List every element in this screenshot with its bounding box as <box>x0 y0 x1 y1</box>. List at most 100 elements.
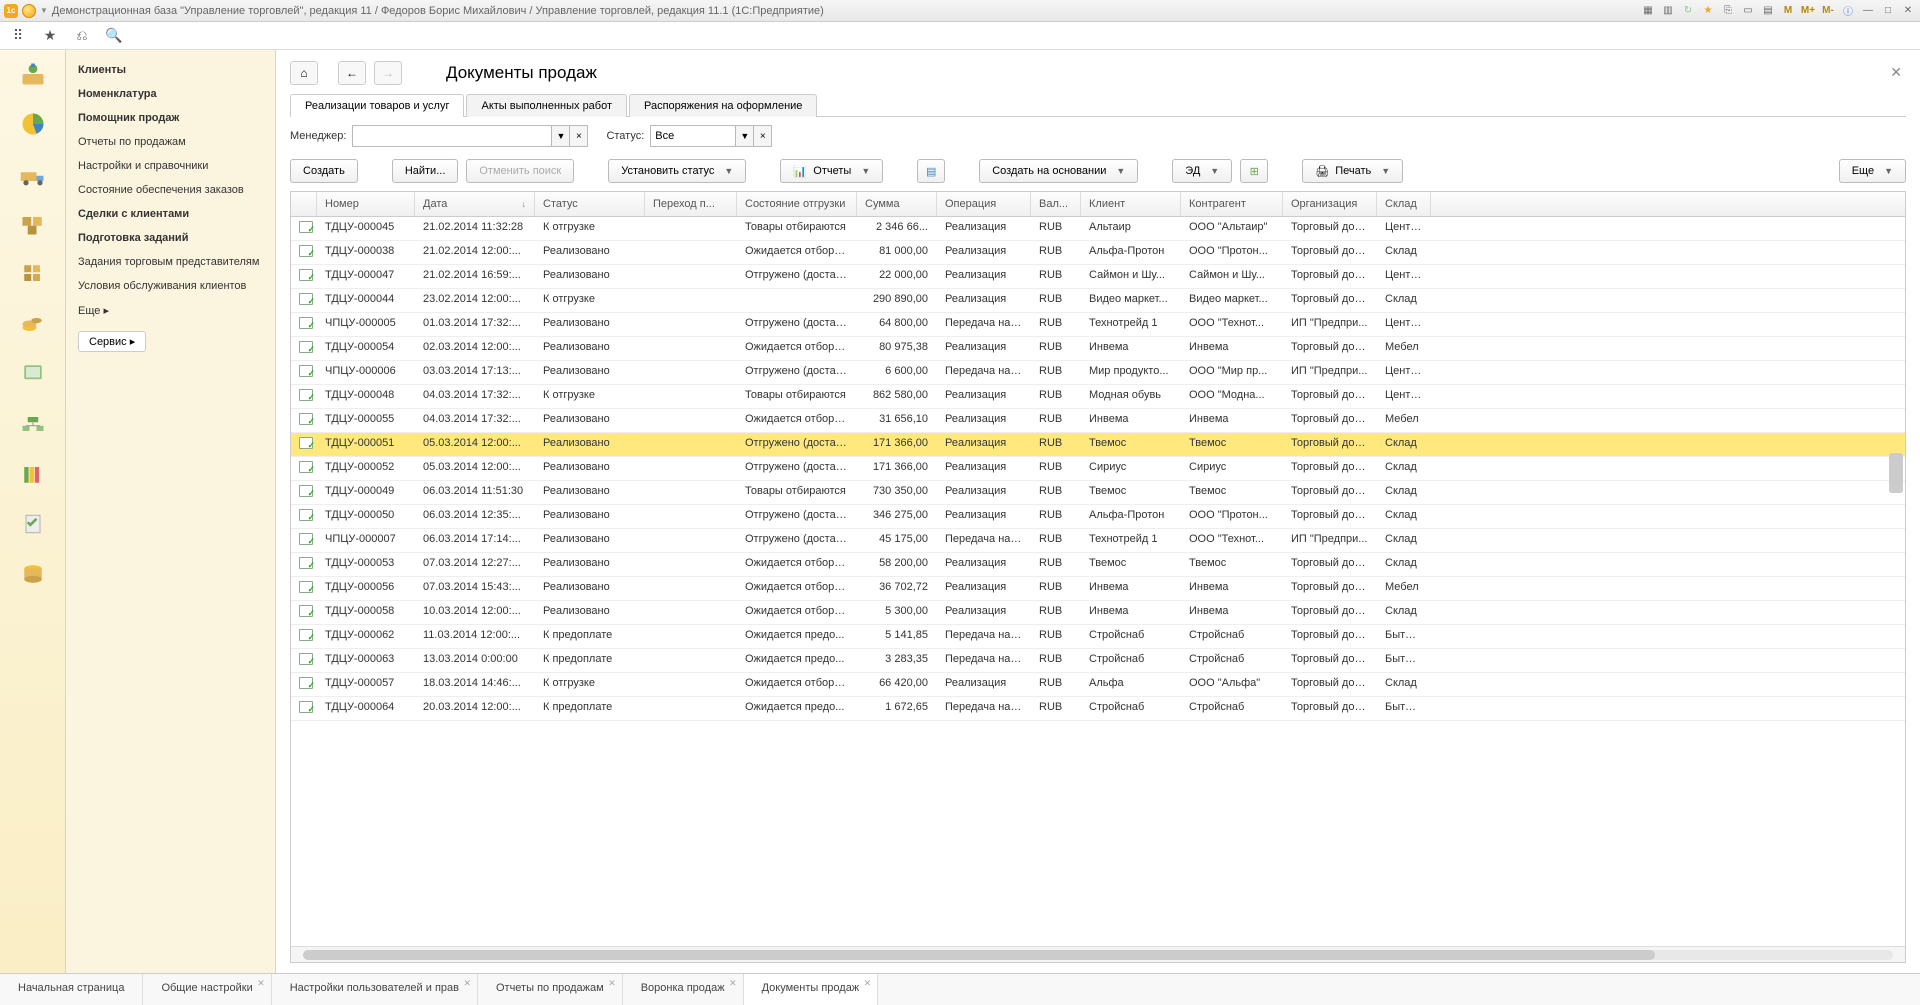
section-icon-crm[interactable] <box>13 56 53 92</box>
nav-item[interactable]: Задания торговым представителям <box>66 250 275 274</box>
window-tab[interactable]: Настройки пользователей и прав✕ <box>272 974 478 1005</box>
info-icon[interactable]: ⓘ <box>1840 4 1856 18</box>
forward-button[interactable]: → <box>374 61 402 85</box>
dropdown-caret-icon[interactable]: ▼ <box>40 6 48 15</box>
nav-item[interactable]: Состояние обеспечения заказов <box>66 178 275 202</box>
table-row[interactable]: ТДЦУ-00004423.02.2014 12:00:...К отгрузк… <box>291 289 1905 313</box>
col-client[interactable]: Клиент <box>1081 192 1181 216</box>
col-transition[interactable]: Переход п... <box>645 192 737 216</box>
status-clear-icon[interactable]: × <box>754 125 772 147</box>
nav-item[interactable]: Клиенты <box>66 58 275 82</box>
col-number[interactable]: Номер <box>317 192 415 216</box>
section-icon-purchases[interactable] <box>13 256 53 292</box>
nav-item[interactable]: Условия обслуживания клиентов <box>66 274 275 298</box>
col-sum[interactable]: Сумма <box>857 192 937 216</box>
set-status-button[interactable]: Установить статус▼ <box>608 159 746 183</box>
col-shipment[interactable]: Состояние отгрузки <box>737 192 857 216</box>
col-currency[interactable]: Вал... <box>1031 192 1081 216</box>
nav-item[interactable]: Настройки и справочники <box>66 154 275 178</box>
tab-close-icon[interactable]: ✕ <box>864 978 872 989</box>
section-icon-delivery[interactable] <box>13 156 53 192</box>
tab-close-icon[interactable]: ✕ <box>608 978 616 989</box>
tb-icon-1[interactable]: ▦ <box>1640 4 1656 18</box>
grid-body[interactable]: ТДЦУ-00004521.02.2014 11:32:28К отгрузке… <box>291 217 1905 946</box>
table-row[interactable]: ТДЦУ-00004721.02.2014 16:59:...Реализова… <box>291 265 1905 289</box>
tb-icon-5[interactable]: ⎘ <box>1720 4 1736 18</box>
table-row[interactable]: ЧПЦУ-00000706.03.2014 17:14:...Реализова… <box>291 529 1905 553</box>
table-row[interactable]: ТДЦУ-00004906.03.2014 11:51:30Реализован… <box>291 481 1905 505</box>
section-icon-library[interactable] <box>13 456 53 492</box>
col-counterparty[interactable]: Контрагент <box>1181 192 1283 216</box>
table-row[interactable]: ТДЦУ-00005607.03.2014 15:43:...Реализова… <box>291 577 1905 601</box>
tab-close-icon[interactable]: ✕ <box>463 978 471 989</box>
table-row[interactable]: ТДЦУ-00005402.03.2014 12:00:...Реализова… <box>291 337 1905 361</box>
list-view-button[interactable]: ▤ <box>917 159 945 183</box>
create-button[interactable]: Создать <box>290 159 358 183</box>
col-status[interactable]: Статус <box>535 192 645 216</box>
tab[interactable]: Акты выполненных работ <box>466 94 627 117</box>
tab-close-icon[interactable]: ✕ <box>257 978 265 989</box>
manager-dropdown-icon[interactable]: ▼ <box>552 125 570 147</box>
section-icon-finance[interactable] <box>13 306 53 342</box>
section-icon-org[interactable] <box>13 406 53 442</box>
table-row[interactable]: ТДЦУ-00005810.03.2014 12:00:...Реализова… <box>291 601 1905 625</box>
create-based-button[interactable]: Создать на основании▼ <box>979 159 1138 183</box>
manager-input[interactable] <box>352 125 552 147</box>
grid-vertical-scrollbar[interactable] <box>1889 330 1903 947</box>
excel-button[interactable]: ⊞ <box>1240 159 1268 183</box>
table-row[interactable]: ТДЦУ-00005006.03.2014 12:35:...Реализова… <box>291 505 1905 529</box>
section-icon-warehouse[interactable] <box>13 206 53 242</box>
table-row[interactable]: ТДЦУ-00005105.03.2014 12:00:...Реализова… <box>291 433 1905 457</box>
maximize-icon[interactable]: □ <box>1880 4 1896 18</box>
nav-more[interactable]: Еще ▸ <box>66 298 275 323</box>
reports-button[interactable]: 📊Отчеты▼ <box>780 159 883 183</box>
find-button[interactable]: Найти... <box>392 159 459 183</box>
status-input[interactable] <box>650 125 736 147</box>
status-dropdown-icon[interactable]: ▼ <box>736 125 754 147</box>
tab[interactable]: Распоряжения на оформление <box>629 94 817 117</box>
tb-icon-6[interactable]: ▭ <box>1740 4 1756 18</box>
apps-grid-icon[interactable]: ⠿ <box>8 26 28 46</box>
table-row[interactable]: ТДЦУ-00004521.02.2014 11:32:28К отгрузке… <box>291 217 1905 241</box>
tb-icon-4[interactable]: ★ <box>1700 4 1716 18</box>
manager-clear-icon[interactable]: × <box>570 125 588 147</box>
section-icon-docs[interactable] <box>13 356 53 392</box>
nav-item[interactable]: Сделки с клиентами <box>66 202 275 226</box>
ed-button[interactable]: ЭД▼ <box>1172 159 1232 183</box>
table-row[interactable]: ТДЦУ-00003821.02.2014 12:00:...Реализова… <box>291 241 1905 265</box>
tab[interactable]: Реализации товаров и услуг <box>290 94 464 117</box>
calc-m-plus[interactable]: M+ <box>1800 4 1816 18</box>
table-row[interactable]: ЧПЦУ-00000603.03.2014 17:13:...Реализова… <box>291 361 1905 385</box>
window-tab[interactable]: Общие настройки✕ <box>143 974 271 1005</box>
tb-icon-7[interactable]: ▤ <box>1760 4 1776 18</box>
col-organization[interactable]: Организация <box>1283 192 1377 216</box>
section-icon-tasks[interactable] <box>13 506 53 542</box>
tab-close-icon[interactable]: ✕ <box>729 978 737 989</box>
col-icon[interactable] <box>291 192 317 216</box>
favorites-star-icon[interactable]: ★ <box>40 26 60 46</box>
table-row[interactable]: ЧПЦУ-00000501.03.2014 17:32:...Реализова… <box>291 313 1905 337</box>
table-row[interactable]: ТДЦУ-00005205.03.2014 12:00:...Реализова… <box>291 457 1905 481</box>
calc-m[interactable]: M <box>1780 4 1796 18</box>
col-operation[interactable]: Операция <box>937 192 1031 216</box>
back-button[interactable]: ← <box>338 61 366 85</box>
close-page-icon[interactable]: ✕ <box>1886 60 1906 85</box>
window-tab[interactable]: Документы продаж✕ <box>744 974 879 1005</box>
window-tab[interactable]: Отчеты по продажам✕ <box>478 974 623 1005</box>
col-warehouse[interactable]: Склад <box>1377 192 1431 216</box>
service-button[interactable]: Сервис ▸ <box>78 331 146 352</box>
table-row[interactable]: ТДЦУ-00005718.03.2014 14:46:...К отгрузк… <box>291 673 1905 697</box>
close-icon[interactable]: ✕ <box>1900 4 1916 18</box>
more-button[interactable]: Еще▼ <box>1839 159 1906 183</box>
table-row[interactable]: ТДЦУ-00006420.03.2014 12:00:...К предопл… <box>291 697 1905 721</box>
nav-item[interactable]: Отчеты по продажам <box>66 130 275 154</box>
grid-horizontal-scrollbar[interactable] <box>291 946 1905 962</box>
tb-icon-2[interactable]: ▥ <box>1660 4 1676 18</box>
minimize-icon[interactable]: — <box>1860 4 1876 18</box>
table-row[interactable]: ТДЦУ-00006211.03.2014 12:00:...К предопл… <box>291 625 1905 649</box>
history-icon[interactable]: ⎌ <box>72 26 92 46</box>
nav-item[interactable]: Номенклатура <box>66 82 275 106</box>
table-row[interactable]: ТДЦУ-00005307.03.2014 12:27:...Реализова… <box>291 553 1905 577</box>
home-button[interactable]: ⌂ <box>290 61 318 85</box>
window-tab[interactable]: Начальная страница <box>0 974 143 1005</box>
